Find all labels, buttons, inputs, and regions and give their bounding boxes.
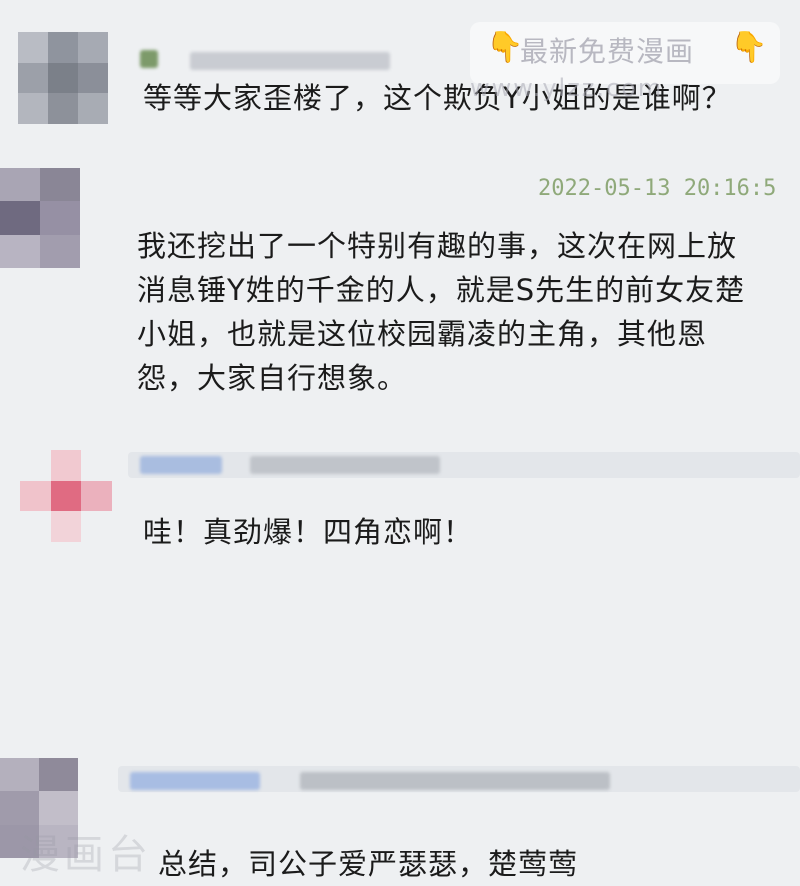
username-blurred [130,772,260,790]
comment-3: 哇！真劲爆！四角恋啊！ [0,440,800,740]
meta-blurred [300,772,610,790]
comment-timestamp: 2022-05-13 20:16:5 [538,176,777,201]
watermark-url: www.ylzz.com [470,74,664,102]
username-blurred [140,50,158,68]
username-blurred [140,456,222,474]
avatar[interactable] [0,168,80,268]
meta-blurred [250,456,440,474]
watermark-text: 最新免费漫画 [520,35,695,68]
avatar[interactable] [20,450,112,542]
avatar[interactable] [18,32,108,124]
pointing-down-hand-icon: 👇 [486,30,524,65]
pointing-down-hand-icon: 👇 [730,30,768,65]
comment-2: 2022-05-13 20:16:5 我还挖出了一个特别有趣的事，这次在网上放消… [0,160,800,440]
logo-watermark: 漫画台 [20,832,152,878]
meta-bar [128,452,800,478]
comment-body: 哇！真劲爆！四角恋啊！ [143,515,474,549]
comment-body: 总结，司公子爱严瑟瑟，楚莺莺 [158,847,579,881]
meta-blurred [190,52,390,70]
comment-body: 我还挖出了一个特别有趣的事，这次在网上放消息锤Y姓的千金的人，就是S先生的前女友… [137,229,746,395]
